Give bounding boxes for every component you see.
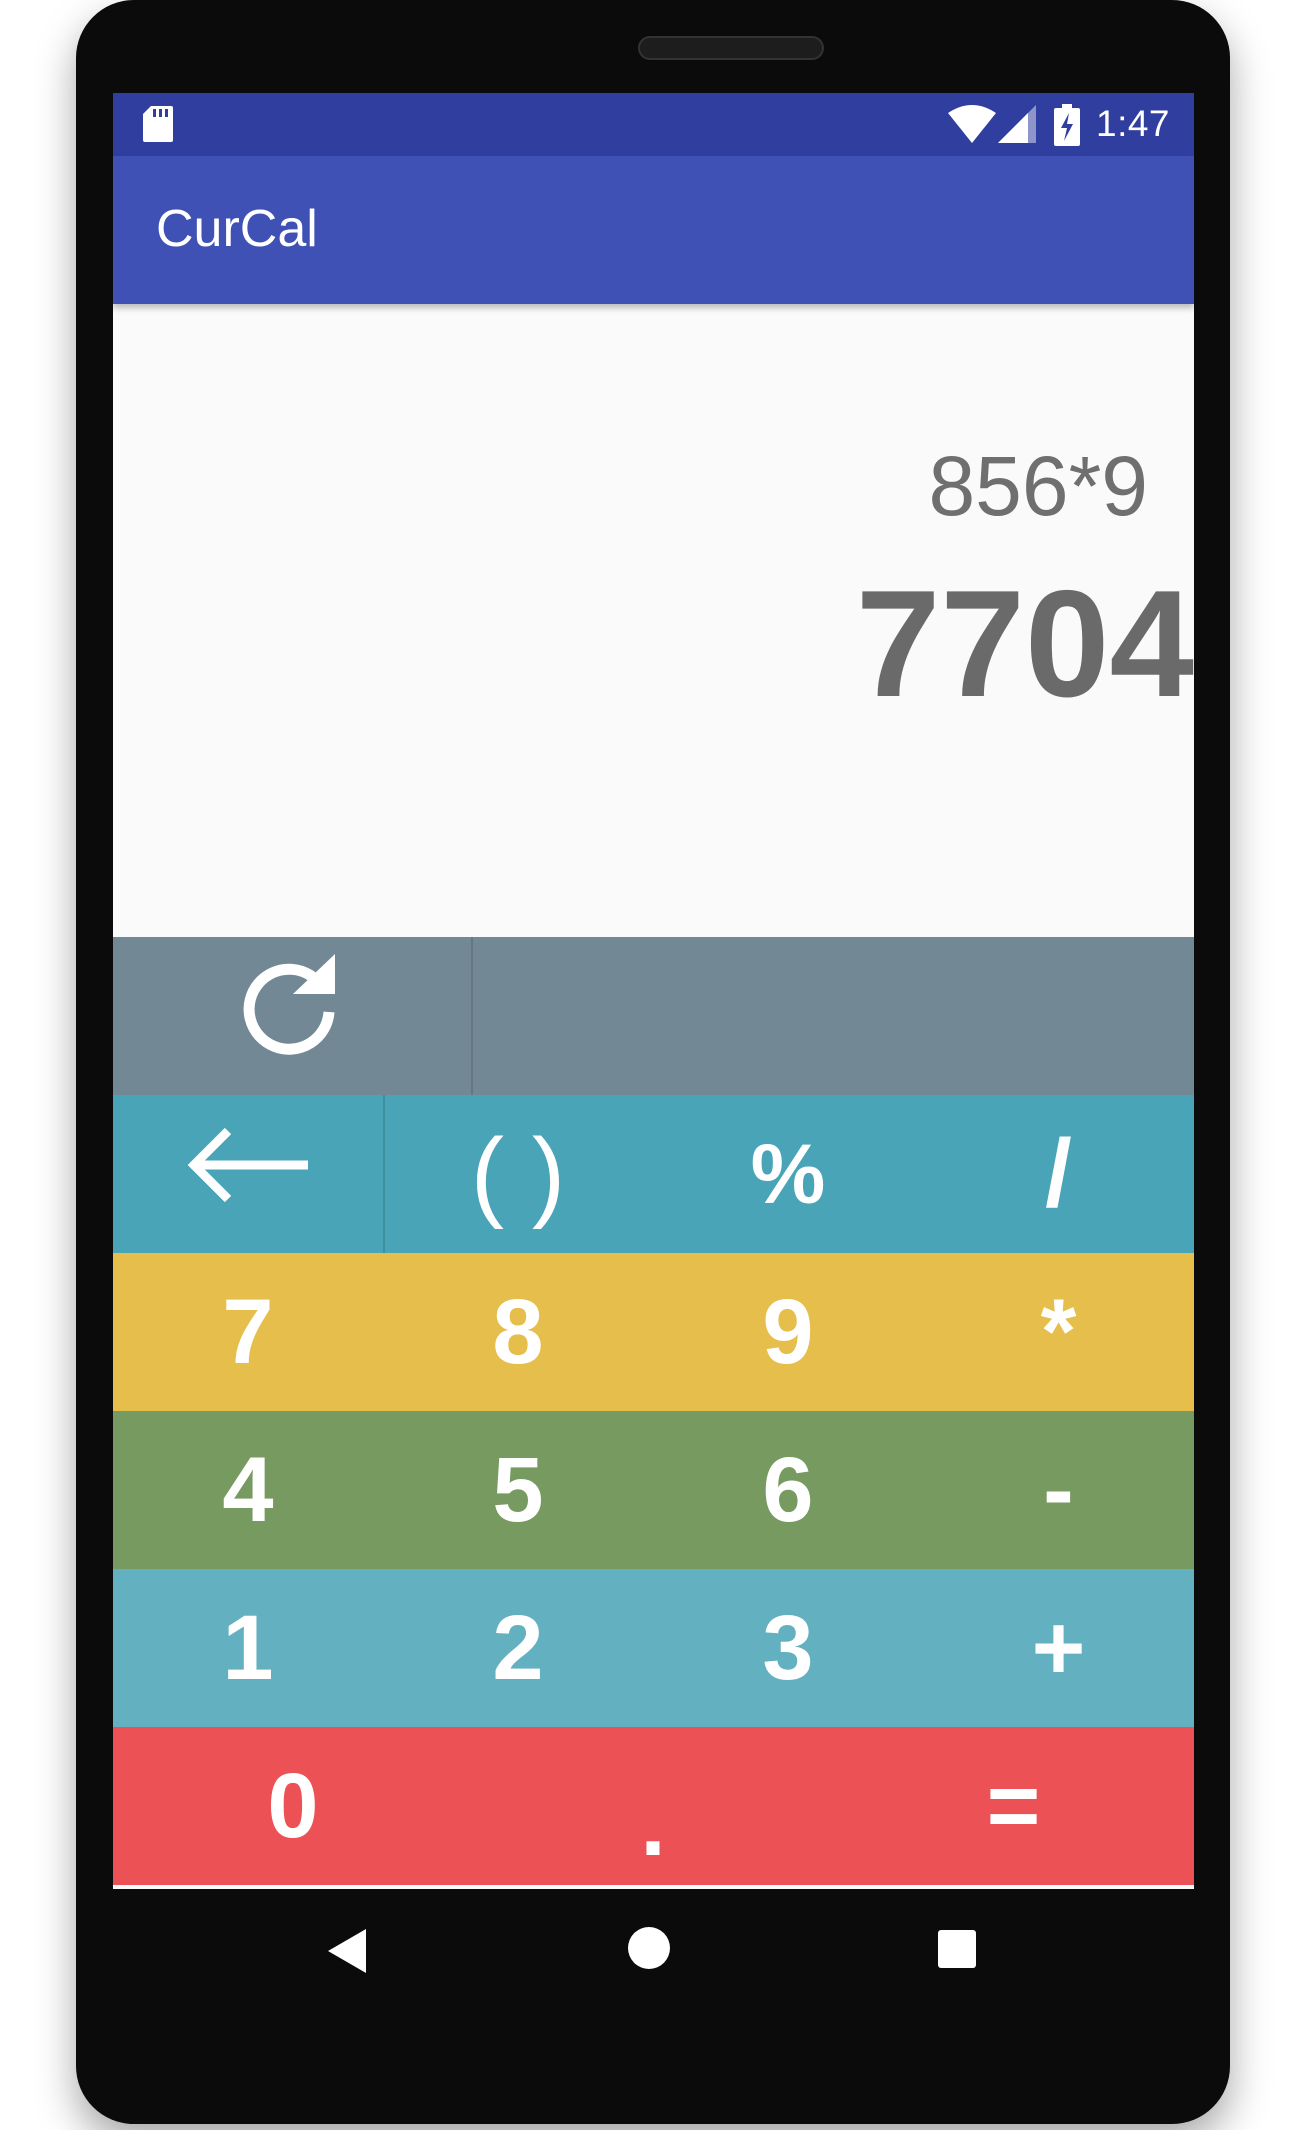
keypad-row-bottom: 0 . = <box>113 1727 1194 1885</box>
sd-card-icon <box>143 106 173 147</box>
digit-0-button[interactable]: 0 <box>113 1727 473 1885</box>
digit-5-button[interactable]: 5 <box>383 1411 653 1569</box>
result-text: 7704 <box>855 559 1194 729</box>
navigation-bar <box>76 1889 1230 2009</box>
refresh-icon <box>237 950 347 1082</box>
percent-button[interactable]: % <box>653 1095 923 1253</box>
digit-2-button[interactable]: 2 <box>383 1569 653 1727</box>
battery-charging-icon <box>1054 104 1080 151</box>
parentheses-button[interactable]: ( ) <box>383 1095 653 1253</box>
back-icon[interactable] <box>328 1929 368 1978</box>
phone-speaker <box>638 36 824 60</box>
divide-button[interactable]: / <box>923 1095 1194 1253</box>
digit-4-button[interactable]: 4 <box>113 1411 383 1569</box>
keypad-row-789: 7 8 9 * <box>113 1253 1194 1411</box>
digit-3-button[interactable]: 3 <box>653 1569 923 1727</box>
wifi-icon <box>948 105 996 148</box>
keypad-row-operators: ( ) % / <box>113 1095 1194 1253</box>
expression-text: 856*9 <box>928 439 1148 533</box>
digit-8-button[interactable]: 8 <box>383 1253 653 1411</box>
status-clock: 1:47 <box>1096 103 1171 144</box>
minus-button[interactable]: - <box>923 1411 1194 1569</box>
empty-tool-slot <box>473 937 1194 1095</box>
recents-icon[interactable] <box>938 1930 976 1968</box>
keypad-row-tools <box>113 937 1194 1095</box>
keypad-row-123: 1 2 3 + <box>113 1569 1194 1727</box>
digit-9-button[interactable]: 9 <box>653 1253 923 1411</box>
multiply-button[interactable]: * <box>923 1253 1194 1411</box>
digit-6-button[interactable]: 6 <box>653 1411 923 1569</box>
cell-signal-icon <box>998 105 1036 148</box>
digit-1-button[interactable]: 1 <box>113 1569 383 1727</box>
status-bar: 1:47 <box>113 93 1194 156</box>
app-title: CurCal <box>156 200 318 258</box>
keypad-row-456: 4 5 6 - <box>113 1411 1194 1569</box>
device-screen: 1:47 CurCal 856*9 7704 () % / 7 8 9 * 4… <box>113 93 1194 1889</box>
home-icon[interactable] <box>628 1927 670 1969</box>
app-bar: CurCal <box>113 156 1194 304</box>
digit-7-button[interactable]: 7 <box>113 1253 383 1411</box>
refresh-button[interactable] <box>113 937 471 1095</box>
backspace-arrow-icon <box>186 1122 310 1227</box>
plus-button[interactable]: + <box>923 1569 1194 1727</box>
backspace-button[interactable] <box>113 1095 383 1253</box>
decimal-point-button[interactable]: . <box>473 1727 833 1885</box>
equals-button[interactable]: = <box>833 1727 1194 1885</box>
